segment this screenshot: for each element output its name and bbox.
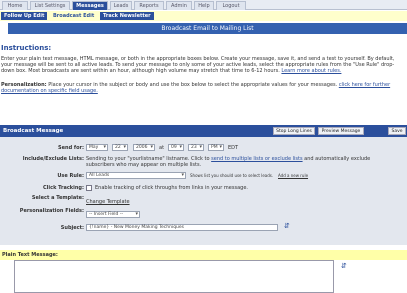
- use-rule-note: Shows list you should use to select lead…: [190, 173, 274, 178]
- send-day-select[interactable]: 22: [112, 144, 128, 151]
- body-spellcheck-icon[interactable]: ⇵: [341, 262, 347, 270]
- click-tracking-label: Click Tracking:: [43, 185, 84, 191]
- preview-message-button[interactable]: Preview Message: [318, 127, 364, 135]
- tab-help[interactable]: Help: [194, 1, 214, 10]
- send-minute-select[interactable]: 23: [188, 144, 204, 151]
- use-rule-select[interactable]: All Leads: [86, 172, 186, 179]
- insert-field-select[interactable]: -- Insert Field --: [86, 211, 140, 218]
- page-title: Broadcast Email to Mailing List: [8, 23, 407, 34]
- stop-long-lines-button[interactable]: Stop Long Lines: [273, 127, 315, 135]
- click-tracking-text: Enable tracking of click throughs from l…: [95, 185, 248, 191]
- template-label: Select a Template:: [31, 195, 84, 201]
- broadcast-form: Send for: May 22 2006 at 09 23 PM EDT In…: [0, 137, 407, 245]
- sub-nav: Follow Up Edit Broadcast Edit Track News…: [0, 11, 407, 21]
- send-hour-select[interactable]: 09: [168, 144, 184, 151]
- plain-text-textarea[interactable]: [14, 260, 334, 293]
- tab-messages[interactable]: Messages: [72, 1, 108, 10]
- subnav-broadcast-edit[interactable]: Broadcast Edit: [50, 12, 98, 20]
- learn-rules-link[interactable]: Learn more about rules.: [281, 68, 341, 74]
- broadcast-message-label: Broadcast Message: [3, 128, 64, 134]
- subnav-track-newsletter[interactable]: Track Newsletter: [100, 12, 154, 20]
- save-button[interactable]: Save: [388, 127, 406, 135]
- plain-text-label: Plain Text Message:: [2, 252, 58, 258]
- add-rule-link[interactable]: Add a new rule: [278, 173, 308, 179]
- subject-input[interactable]: {!name} - New Money Making Techniques: [86, 224, 278, 231]
- subject-label: Subject:: [60, 225, 84, 231]
- subnav-follow-up-edit[interactable]: Follow Up Edit: [1, 12, 48, 20]
- top-nav: Home List Settings Messages Leads Report…: [0, 0, 407, 10]
- send-for-label: Send for:: [58, 145, 84, 151]
- include-exclude-label: Include/Exclude Lists:: [22, 156, 84, 162]
- instructions-heading: Instructions:: [1, 44, 52, 52]
- instructions-text: Enter your plain text message, HTML mess…: [1, 56, 405, 74]
- spellcheck-icon[interactable]: ⇵: [284, 222, 290, 230]
- personalization-fields-label: Personalization Fields:: [19, 208, 84, 214]
- change-template-link[interactable]: Change Template: [86, 199, 130, 205]
- use-rule-label: Use Rule:: [57, 173, 84, 179]
- personalization-text: Personalization: Place your cursor in th…: [1, 82, 405, 94]
- include-exclude-text: Sending to your "yourlistname" listname.…: [86, 156, 376, 168]
- tab-list-settings[interactable]: List Settings: [30, 1, 70, 10]
- tab-admin[interactable]: Admin: [166, 1, 192, 10]
- tab-reports[interactable]: Reports: [134, 1, 164, 10]
- tab-leads[interactable]: Leads: [110, 1, 132, 10]
- send-at-text: at: [159, 145, 165, 151]
- click-tracking-checkbox[interactable]: [86, 185, 92, 191]
- plain-text-bar: Plain Text Message:: [0, 250, 407, 260]
- send-year-select[interactable]: 2006: [133, 144, 155, 151]
- tab-logout[interactable]: Logout: [216, 1, 246, 10]
- send-ampm-select[interactable]: PM: [208, 144, 224, 151]
- send-month-select[interactable]: May: [86, 144, 108, 151]
- send-timezone: EDT: [228, 145, 239, 151]
- broadcast-message-bar: Broadcast Message Stop Long Lines Previe…: [0, 125, 407, 137]
- tab-home[interactable]: Home: [2, 1, 28, 10]
- multiple-lists-link[interactable]: send to multiple lists or exclude lists: [211, 156, 302, 162]
